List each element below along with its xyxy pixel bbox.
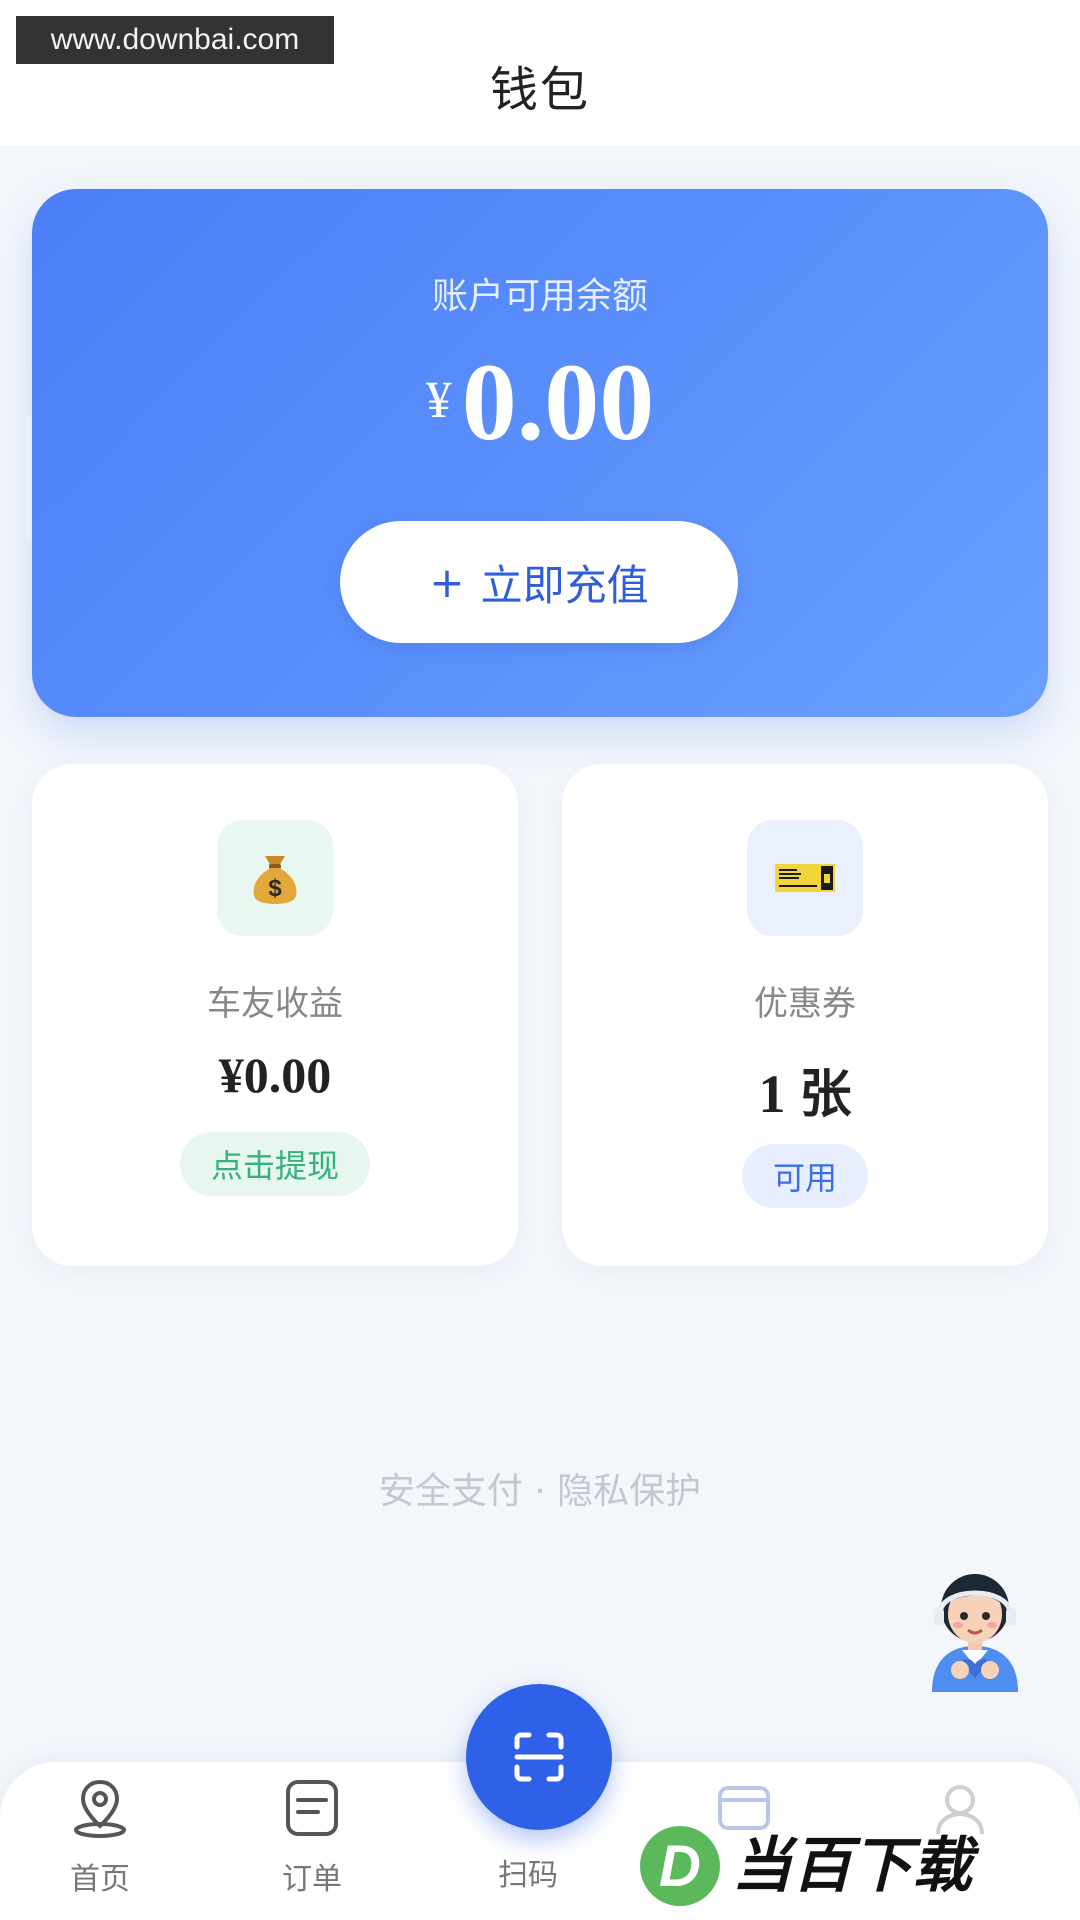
- earnings-card[interactable]: $ 车友收益 ¥0.00 点击提现: [32, 764, 518, 1266]
- balance-label: 账户可用余额: [431, 276, 648, 317]
- currency-symbol: ¥: [425, 372, 452, 429]
- customer-service-icon: [932, 1574, 1018, 1692]
- tab-label-orders: 订单: [282, 1862, 342, 1897]
- customer-service-avatar[interactable]: [918, 1558, 1032, 1692]
- coupons-count: 1张: [562, 1052, 1048, 1127]
- coupons-card[interactable]: 优惠券 1张 可用: [562, 764, 1048, 1266]
- money-bag-icon: $: [253, 856, 297, 904]
- security-note: 安全支付 · 隐私保护: [378, 1471, 702, 1512]
- coupons-title: 优惠券: [754, 984, 856, 1024]
- scan-icon: [514, 1732, 564, 1782]
- brand-logo: D 当百下载: [640, 1826, 980, 1906]
- brand-text: 当百下载: [732, 1831, 980, 1901]
- coupon-count-unit: 张: [799, 1065, 852, 1125]
- earnings-icon-box: $: [217, 820, 333, 936]
- scan-fab-button[interactable]: [466, 1684, 612, 1830]
- coupon-status-badge[interactable]: 可用: [742, 1144, 868, 1208]
- tab-label-home: 首页: [70, 1862, 130, 1897]
- ticket-icon: [775, 864, 835, 892]
- coupons-icon-box: [747, 820, 863, 936]
- tab-orders[interactable]: 订单: [212, 1762, 412, 1920]
- location-pin-icon: [74, 1779, 126, 1838]
- svg-text:$: $: [268, 875, 282, 902]
- balance-value: 0.00: [461, 341, 655, 463]
- recharge-label: 立即充值: [480, 560, 649, 610]
- balance-card: 账户可用余额 ¥0.00 + 立即充值: [32, 189, 1048, 717]
- withdraw-button[interactable]: 点击提现: [180, 1132, 370, 1196]
- site-watermark: www.downbai.com: [16, 16, 334, 64]
- earnings-value: ¥0.00: [218, 1047, 332, 1103]
- svg-text:D: D: [659, 1834, 701, 1899]
- earnings-title: 车友收益: [207, 984, 343, 1024]
- recharge-button[interactable]: + 立即充值: [340, 521, 738, 643]
- plus-icon: +: [429, 557, 465, 607]
- order-list-icon: [286, 1780, 338, 1836]
- balance-amount: ¥0.00: [32, 339, 1048, 466]
- tab-home[interactable]: 首页: [0, 1762, 200, 1920]
- coupon-count-number: 1: [758, 1064, 786, 1124]
- tab-label-scan: 扫码: [498, 1858, 558, 1893]
